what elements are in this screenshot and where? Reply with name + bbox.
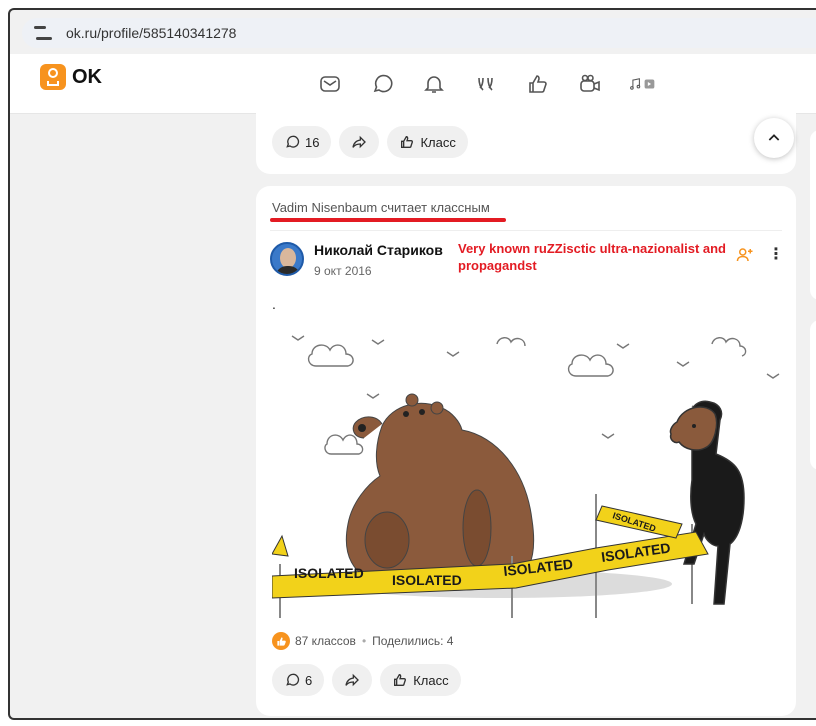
music-icon[interactable] [616, 70, 668, 98]
post-date[interactable]: 9 окт 2016 [314, 264, 372, 278]
like-button[interactable]: Класс [380, 664, 461, 696]
previous-post-card: 16 Класс [256, 100, 796, 174]
guests-icon[interactable] [460, 70, 512, 98]
separator-dot: • [361, 634, 367, 648]
ok-logo[interactable]: OK [40, 64, 102, 90]
comment-icon [286, 135, 300, 148]
image-label: ISOLATED [392, 572, 462, 588]
ok-logo-icon [40, 64, 66, 90]
mail-icon[interactable] [304, 70, 356, 98]
logo-text: OK [72, 65, 102, 88]
like-icon[interactable] [512, 70, 564, 98]
thumbs-up-icon [394, 673, 407, 686]
annotation-text: Very known ruZZisctic ultra-nazionalist … [458, 241, 726, 273]
add-friend-icon [736, 248, 753, 262]
video-icon[interactable] [564, 70, 616, 98]
address-bar[interactable]: ok.ru/profile/585140341278 [22, 18, 816, 48]
right-sidebar-card [810, 320, 816, 470]
chat-icon[interactable] [356, 70, 408, 98]
comments-button[interactable]: 16 [272, 126, 332, 158]
scroll-to-top-button[interactable] [754, 118, 794, 158]
liked-by-text[interactable]: Vadim Nisenbaum считает классным [272, 200, 490, 215]
like-label: Класс [413, 672, 449, 688]
post-text: . [272, 296, 276, 312]
site-settings-icon[interactable] [34, 26, 52, 40]
post-card: Vadim Nisenbaum считает классным Николай… [256, 186, 796, 716]
image-label: ISOLATED [294, 565, 364, 581]
previous-post-actions: 16 Класс [272, 126, 476, 158]
comments-button[interactable]: 6 [272, 664, 325, 696]
comment-icon [286, 673, 300, 686]
like-button[interactable]: Класс [387, 126, 468, 158]
post-actions: 6 Класс [272, 664, 469, 696]
author-avatar[interactable] [270, 242, 304, 276]
share-button[interactable] [339, 126, 380, 158]
post-reactions: 87 классов • Поделились: 4 [272, 632, 453, 650]
add-friend-button[interactable] [736, 246, 754, 269]
comments-count: 6 [305, 672, 313, 688]
like-reaction-icon [272, 632, 290, 650]
more-options-button[interactable]: ⋮ [768, 247, 784, 263]
nav-icons [304, 70, 668, 98]
bell-icon[interactable] [408, 70, 460, 98]
thumbs-up-icon [401, 135, 414, 148]
like-label: Класс [420, 134, 456, 150]
share-button[interactable] [332, 664, 373, 696]
post-image[interactable]: ISOLATED ISOLATED ISOLATED ISOLATED ISOL… [272, 314, 782, 618]
author-name[interactable]: Николай Стариков [314, 242, 443, 258]
shares-count[interactable]: Поделились: 4 [372, 634, 453, 648]
chevron-up-icon [768, 134, 780, 141]
comments-count: 16 [305, 134, 320, 150]
address-url[interactable]: ok.ru/profile/585140341278 [66, 25, 236, 41]
likes-count[interactable]: 87 классов [295, 634, 356, 648]
browser-window: ok.ru/profile/585140341278 OK 16 Класс V… [8, 8, 816, 720]
share-icon [345, 673, 360, 687]
right-sidebar-card [810, 130, 816, 300]
share-icon [352, 135, 367, 149]
red-underline-annotation [270, 218, 506, 222]
divider [270, 230, 782, 231]
